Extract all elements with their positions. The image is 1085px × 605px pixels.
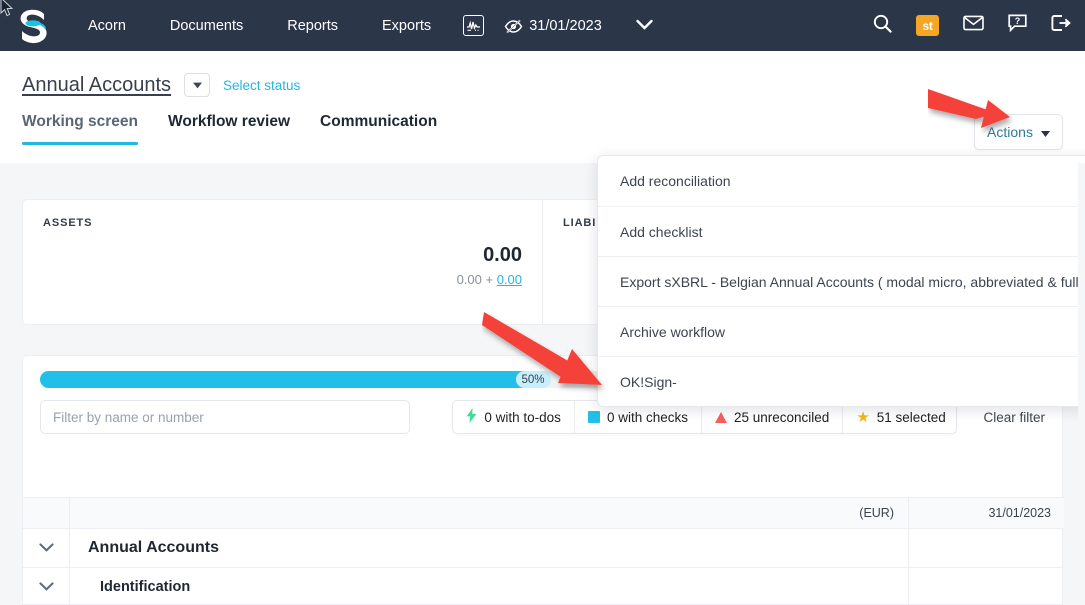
period-chevron-down-icon[interactable] xyxy=(636,17,653,35)
row-name-cell: Annual Accounts xyxy=(70,529,772,567)
nav-link-documents[interactable]: Documents xyxy=(148,0,265,51)
menu-item-oksign[interactable]: OK!Sign- xyxy=(598,356,1085,406)
svg-text:?: ? xyxy=(1015,16,1021,26)
activity-monitor-icon[interactable] xyxy=(463,15,485,36)
tab-workflow-review[interactable]: Workflow review xyxy=(168,113,290,145)
row-period-cell xyxy=(909,568,1064,605)
actions-button-label: Actions xyxy=(987,124,1033,140)
row-toggle-cell[interactable] xyxy=(23,529,70,567)
caret-down-icon xyxy=(1040,124,1050,140)
search-icon[interactable] xyxy=(873,14,892,38)
lightning-bolt-icon xyxy=(466,408,477,426)
help-bubble-icon[interactable]: ? xyxy=(1008,14,1027,37)
header-currency-cell: (EUR) xyxy=(772,498,909,528)
chevron-down-icon[interactable] xyxy=(38,578,54,596)
table-row[interactable]: Identification xyxy=(23,567,1064,605)
warning-triangle-icon xyxy=(714,411,727,423)
silverfin-s-logo-icon xyxy=(18,8,48,44)
table-header-row: (EUR) 31/01/2023 xyxy=(23,497,1064,528)
row-toggle-cell[interactable] xyxy=(23,568,70,605)
chevron-down-icon[interactable] xyxy=(38,539,54,557)
chip-label: 51 selected xyxy=(876,409,946,425)
card-subvalue-static: 0.00 + xyxy=(456,272,497,287)
row-label: Identification xyxy=(100,579,191,595)
mouse-cursor-icon xyxy=(0,0,14,23)
star-icon: ★ xyxy=(856,408,870,426)
chip-label: 0 with to-dos xyxy=(484,409,561,425)
logout-icon[interactable] xyxy=(1051,14,1071,37)
menu-item-archive-workflow[interactable]: Archive workflow xyxy=(598,306,1085,356)
card-subvalue: 0.00 + 0.00 xyxy=(457,272,522,287)
top-navigation-bar: Acorn Documents Reports Exports 31/01/20… xyxy=(0,0,1085,51)
caret-down-icon xyxy=(192,76,202,94)
actions-button[interactable]: Actions xyxy=(974,114,1063,150)
row-currency-cell xyxy=(772,568,909,605)
menu-item-add-checklist[interactable]: Add checklist xyxy=(598,206,1085,256)
app-root: Acorn Documents Reports Exports 31/01/20… xyxy=(0,0,1085,605)
title-dropdown-button[interactable] xyxy=(184,73,210,97)
period-date-label: 31/01/2023 xyxy=(529,17,602,34)
card-value: 0.00 xyxy=(483,244,522,266)
row-period-cell xyxy=(909,529,1064,567)
row-currency-cell xyxy=(772,529,909,567)
nav-link-reports[interactable]: Reports xyxy=(265,0,360,51)
chip-with-todos[interactable]: 0 with to-dos xyxy=(453,401,574,433)
nav-link-acorn[interactable]: Acorn xyxy=(66,0,148,51)
st-badge[interactable]: st xyxy=(916,15,939,36)
select-status-link[interactable]: Select status xyxy=(223,78,300,93)
accounts-table: (EUR) 31/01/2023 Annual Accounts Identif… xyxy=(23,497,1064,605)
period-selector[interactable]: 31/01/2023 xyxy=(490,18,616,34)
envelope-icon[interactable] xyxy=(963,15,984,36)
chip-label: 25 unreconciled xyxy=(733,409,830,425)
menu-item-add-reconciliation[interactable]: Add reconciliation xyxy=(598,156,1085,206)
nav-link-exports[interactable]: Exports xyxy=(360,0,453,51)
nav-links: Acorn Documents Reports Exports xyxy=(66,0,453,51)
tab-communication[interactable]: Communication xyxy=(320,113,437,145)
progress-percent-label: 50% xyxy=(515,371,551,388)
header-name-cell xyxy=(70,498,772,528)
card-subvalue-link[interactable]: 0.00 xyxy=(497,272,522,287)
chip-label: 0 with checks xyxy=(606,409,688,425)
header-flag-cell xyxy=(23,498,70,528)
page-title[interactable]: Annual Accounts xyxy=(22,74,171,97)
tab-working-screen[interactable]: Working screen xyxy=(22,113,139,145)
menu-item-export-sxbrl[interactable]: Export sXBRL - Belgian Annual Accounts (… xyxy=(598,256,1085,306)
table-row[interactable]: Annual Accounts xyxy=(23,528,1064,567)
header-period-cell: 31/01/2023 xyxy=(988,506,1051,520)
clear-filter-button[interactable]: Clear filter xyxy=(983,410,1045,425)
nav-right-icons: st ? xyxy=(849,14,1085,38)
row-label: Annual Accounts xyxy=(88,539,219,556)
search-input[interactable] xyxy=(40,400,411,434)
tab-bar: Working screen Workflow review Communica… xyxy=(22,113,467,145)
card-label: ASSETS xyxy=(43,217,93,229)
title-row: Annual Accounts Select status xyxy=(22,73,300,97)
page-header: Annual Accounts Select status Working sc… xyxy=(0,51,1085,163)
page-scroll-gutter[interactable] xyxy=(1078,163,1085,605)
actions-dropdown-menu: Add reconciliation Add checklist Export … xyxy=(597,155,1085,407)
row-name-cell: Identification xyxy=(70,568,772,605)
check-square-icon xyxy=(587,411,600,423)
eye-slash-icon xyxy=(504,19,523,33)
card-assets: ASSETS 0.00 0.00 + 0.00 xyxy=(23,200,542,324)
progress-bar-fill xyxy=(40,371,543,388)
